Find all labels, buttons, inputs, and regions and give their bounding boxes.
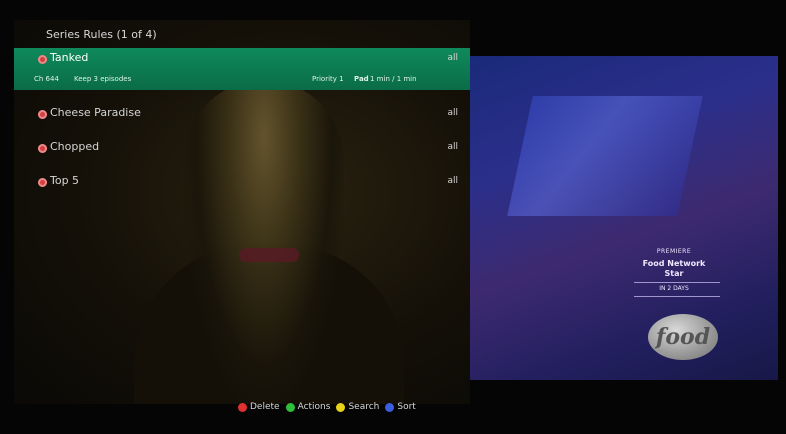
promo-show-name-2: Star xyxy=(664,269,684,278)
rule-pad-value: 1 min / 1 min xyxy=(370,75,417,83)
delete-label: Delete xyxy=(250,402,280,412)
record-series-icon xyxy=(38,178,47,187)
promo-when: IN 2 DAYS xyxy=(659,285,689,292)
rule-keep: Keep 3 episodes xyxy=(74,75,132,83)
rule-row-chopped[interactable]: Chopped all xyxy=(14,138,470,164)
promo-divider xyxy=(634,282,720,283)
sort-label: Sort xyxy=(397,402,416,412)
promo-backdrop xyxy=(507,96,703,216)
rule-badge: all xyxy=(447,142,458,152)
rule-badge: all xyxy=(447,108,458,118)
record-series-icon xyxy=(38,55,47,64)
sort-action[interactable]: Sort xyxy=(385,402,416,412)
rule-title: Cheese Paradise xyxy=(50,106,141,119)
promo-show-name: Food Network xyxy=(642,259,706,268)
promo-premiere: PREMIERE xyxy=(656,248,692,255)
rule-row-cheese-paradise[interactable]: Cheese Paradise all xyxy=(14,104,470,130)
delete-action[interactable]: Delete xyxy=(238,402,280,412)
promo-panel: PREMIERE Food Network Star IN 2 DAYS foo… xyxy=(470,56,778,380)
search-label: Search xyxy=(348,402,380,412)
screen: Series Rules (1 of 4) Tanked all Ch 644 … xyxy=(0,0,786,434)
page-title: Series Rules (1 of 4) xyxy=(46,28,157,41)
record-series-icon xyxy=(38,144,47,153)
yellow-key-icon xyxy=(336,402,346,412)
rule-pad-label: Pad xyxy=(354,75,369,83)
rule-row-top-5[interactable]: Top 5 all xyxy=(14,172,470,198)
rule-row-tanked[interactable]: Tanked all Ch 644 Keep 3 episodes Priori… xyxy=(14,48,470,90)
rule-badge: all xyxy=(447,53,458,63)
promo-divider xyxy=(634,296,720,297)
record-series-icon xyxy=(38,110,47,119)
search-action[interactable]: Search xyxy=(336,402,379,412)
actions-action[interactable]: Actions xyxy=(285,402,331,412)
video-silhouette-collar xyxy=(239,248,299,262)
rule-title: Top 5 xyxy=(50,174,80,187)
actions-label: Actions xyxy=(297,402,331,412)
key-legend: Delete Actions Search Sort xyxy=(238,402,418,412)
rule-title: Tanked xyxy=(50,51,89,64)
rule-title: Chopped xyxy=(50,140,100,153)
green-key-icon xyxy=(285,402,295,412)
rule-channel: Ch 644 xyxy=(34,75,59,83)
food-network-logo: food xyxy=(648,314,718,360)
red-key-icon xyxy=(238,402,247,412)
rule-badge: all xyxy=(447,176,458,186)
rule-priority: Priority 1 xyxy=(312,75,344,83)
blue-key-icon xyxy=(385,402,395,412)
